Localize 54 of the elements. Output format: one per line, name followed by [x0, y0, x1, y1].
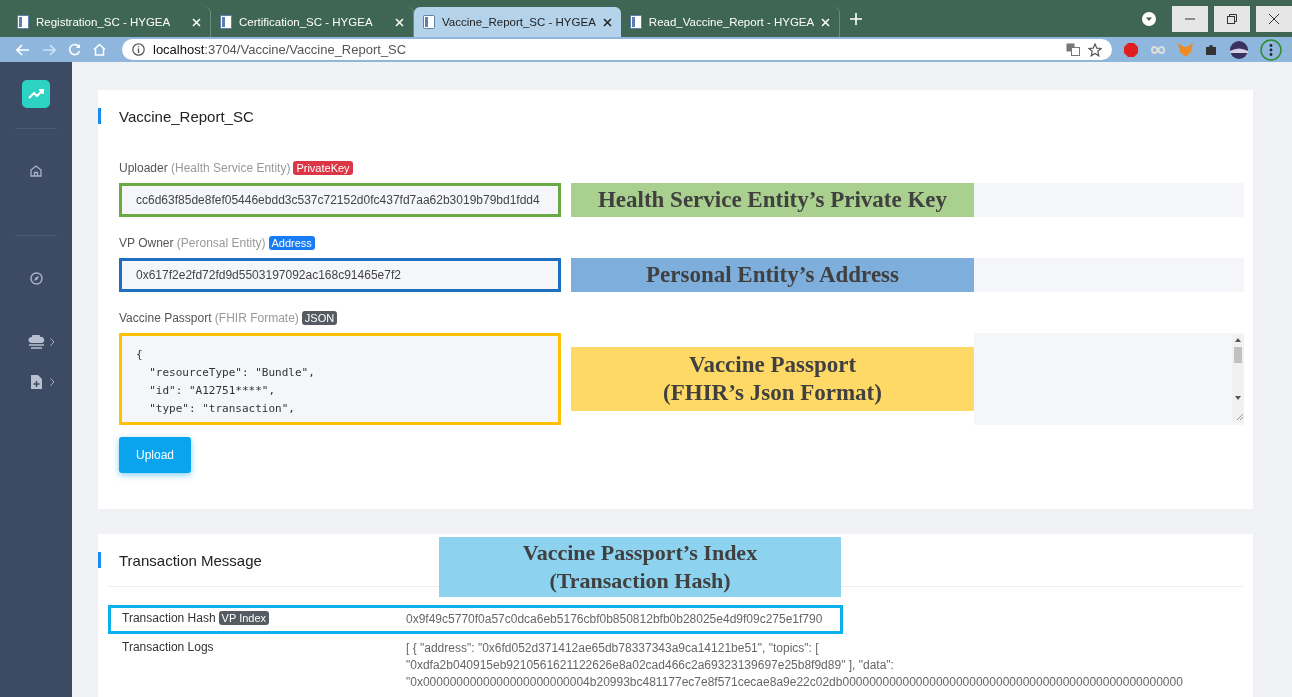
row-value: 0x9f49c5770f0a57c0dca6eb5176cbf0b850812bfb0b28025e4d9f09c275e1f790 — [406, 611, 823, 628]
new-tab-icon[interactable] — [850, 12, 863, 25]
field-label: Vaccine Passport (FHIR Formate) — [119, 311, 299, 325]
address-field[interactable]: localhost:3704/Vaccine/Vaccine_Report_SC — [122, 39, 1112, 60]
field-badge: PrivateKey — [293, 161, 353, 175]
close-icon[interactable] — [602, 17, 612, 27]
home-icon — [30, 165, 42, 177]
document-icon — [423, 15, 435, 29]
card-title: Transaction Message — [119, 551, 262, 569]
trend-logo-icon — [22, 80, 50, 108]
code-line: { — [136, 347, 143, 363]
input-field[interactable]: cc6d63f85de8fef05446ebdd3c537c72152d0fc437fd7aa62b3019b79bd1fdd4 — [119, 183, 561, 217]
kebab-menu-icon[interactable] — [1260, 38, 1282, 61]
document-icon — [629, 15, 642, 29]
code-line: "type": "transaction", — [148, 401, 295, 417]
close-icon — [1269, 13, 1279, 24]
card-title: Vaccine_Report_SC — [119, 107, 254, 125]
cloud-icon — [27, 335, 45, 349]
row-label: Transaction Hash — [122, 611, 216, 625]
url-text: localhost:3704/Vaccine/Vaccine_Report_SC — [153, 42, 407, 57]
field-badge: Address — [268, 236, 315, 250]
annotation-label: Vaccine Passport (FHIR’s Json Format) — [571, 347, 974, 411]
minimize-button[interactable] — [1172, 5, 1208, 32]
annotation-label: Vaccine Passport’s Index (Transaction Hash) — [439, 537, 841, 597]
document-icon — [17, 15, 29, 29]
field-label: VP Owner (Peronsal Entity) — [119, 236, 266, 250]
close-button[interactable] — [1256, 5, 1292, 32]
row-value: "0xdfa2b040915eb9210561621122626e8a02cad466c2a69323139697e25b8f9d89" ], "data": — [406, 657, 895, 674]
row-label: Transaction Logs — [122, 640, 214, 654]
chevron-right-icon — [50, 378, 55, 386]
code-line: "resourceType": "Bundle", — [148, 365, 315, 381]
row-value: "0x0000000000000000000000004b20993bc481177ec7e8f571cecae8a9e22c02db000000000000000000000000000000000000000000000000000 — [406, 674, 1183, 691]
star-icon[interactable] — [1088, 42, 1102, 57]
file-add-icon — [30, 375, 42, 389]
annotation-label: Health Service Entity’s Private Key — [571, 183, 974, 217]
row-value: [ { "address": "0x6fd052d371412ae65db78337343a9ca14121be51", "topics": [ — [406, 640, 820, 657]
chevron-right-icon — [50, 338, 55, 346]
text-area[interactable]: { "resourceType": "Bundle", "id": "A12751****", "type": "transaction", — [119, 333, 561, 425]
restore-icon — [1227, 13, 1237, 24]
field-badge: JSON — [301, 311, 338, 325]
info-icon — [132, 43, 145, 56]
row-badge: VP Index — [218, 611, 270, 625]
puzzle-icon[interactable] — [1205, 43, 1218, 56]
input-field[interactable]: 0x617f2e2fd72fd9d5503197092ac168c91465e7f2 — [119, 258, 561, 292]
document-icon — [220, 15, 232, 29]
avatar-icon[interactable] — [1230, 40, 1248, 59]
compass-icon — [29, 271, 43, 285]
restore-button[interactable] — [1214, 5, 1250, 32]
profile-dropdown-icon[interactable] — [1142, 11, 1156, 26]
code-line: "id": "A12751****", — [148, 383, 276, 399]
annotation-label: Personal Entity’s Address — [571, 258, 974, 292]
field-label: Uploader (Health Service Entity) — [119, 161, 291, 175]
browser-tab[interactable]: Vaccine_Report_SC - HYGEA — [414, 7, 621, 37]
translate-icon[interactable] — [1066, 43, 1080, 56]
